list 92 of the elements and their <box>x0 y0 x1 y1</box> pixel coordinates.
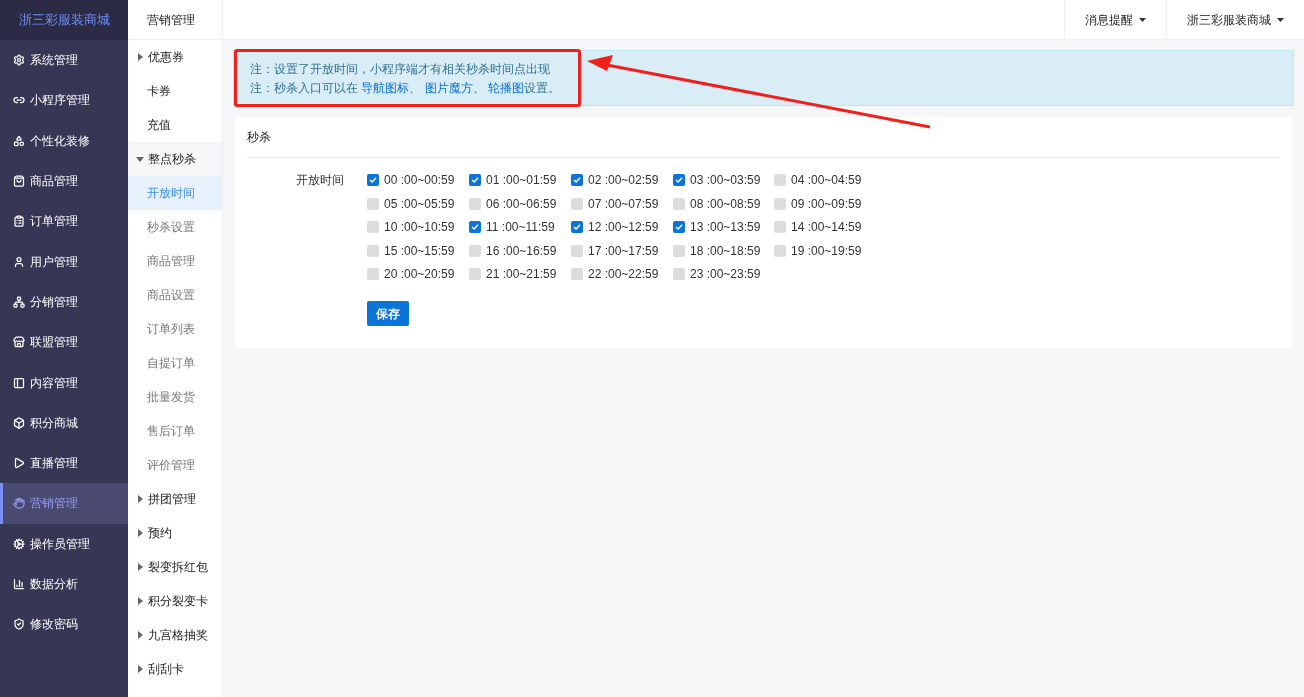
time-slot-checkbox[interactable]: 21 :00~21:59 <box>469 266 571 282</box>
time-slot-checkbox[interactable]: 20 :00~20:59 <box>367 266 469 282</box>
subnav-group[interactable]: 积分裂变卡 <box>128 584 222 618</box>
shapes-icon <box>13 134 25 147</box>
sidebar-item[interactable]: 小程序管理 <box>0 80 128 121</box>
caret-right-icon <box>136 597 144 605</box>
notice-text: 注：秒杀入口可以在 导航图标、 图片魔方、 轮播图设置。 <box>250 79 562 96</box>
time-slot-checkbox[interactable]: 13 :00~13:59 <box>673 219 774 235</box>
sidebar-item[interactable]: 操作员管理 <box>0 523 128 564</box>
sidebar-item[interactable]: 内容管理 <box>0 362 128 403</box>
notice-link[interactable]: 图片魔方 <box>424 80 473 95</box>
subnav-group[interactable]: 刮刮卡 <box>128 652 222 686</box>
box-icon <box>13 416 25 429</box>
caret-right-icon <box>136 665 144 673</box>
time-slot-checkbox[interactable]: 19 :00~19:59 <box>774 242 876 259</box>
caret-down-icon <box>1277 17 1284 22</box>
caret-right-icon <box>136 563 144 571</box>
network-icon <box>13 295 25 308</box>
brand-title: 浙三彩服装商城 <box>0 0 128 40</box>
caret-right-icon <box>136 529 144 537</box>
time-slot-checkbox[interactable]: 00 :00~00:59 <box>367 172 469 188</box>
subnav-group[interactable]: 九宫格抽奖 <box>128 618 222 652</box>
sidebar-item[interactable]: 订单管理 <box>0 201 128 242</box>
shield-icon <box>13 618 25 631</box>
sidebar-item[interactable]: 积分商城 <box>0 402 128 443</box>
time-slot-checkbox[interactable]: 09 :00~09:59 <box>774 195 876 212</box>
subnav-item[interactable]: 充值 <box>128 108 222 142</box>
time-slot-checkbox[interactable]: 06 :00~06:59 <box>469 195 571 212</box>
time-slot-checkbox[interactable]: 12 :00~12:59 <box>571 219 673 235</box>
caret-down-icon <box>1139 17 1146 22</box>
subnav-item[interactable]: 批量发货 <box>128 380 222 414</box>
sidebar-item[interactable]: 数据分析 <box>0 563 128 605</box>
store-icon <box>13 336 25 349</box>
subnav-group[interactable]: 优惠券 <box>128 40 222 74</box>
caret-right-icon <box>136 631 144 639</box>
time-slot-checkbox[interactable]: 04 :00~04:59 <box>774 172 876 188</box>
caret-right-icon <box>136 53 144 61</box>
sidebar-item[interactable]: 联盟管理 <box>0 322 128 363</box>
hand-icon <box>13 497 25 510</box>
notice-link[interactable]: 轮播图 <box>488 80 525 95</box>
sidebar-item[interactable]: 个性化装修 <box>0 120 128 161</box>
clipboard-icon <box>13 215 25 228</box>
time-slot-checkbox[interactable]: 03 :00~03:59 <box>673 172 774 188</box>
time-slot-checkbox[interactable]: 07 :00~07:59 <box>571 195 673 212</box>
bag-icon <box>13 175 25 188</box>
card-title: 秒杀 <box>247 117 1280 158</box>
sidebar-item[interactable]: 修改密码 <box>0 604 128 645</box>
subnav-item[interactable]: 商品设置 <box>128 278 222 312</box>
save-button[interactable]: 保存 <box>367 301 409 326</box>
time-slot-checkbox[interactable]: 23 :00~23:59 <box>673 266 774 282</box>
panel-icon <box>13 376 25 389</box>
gear-icon <box>13 54 25 67</box>
time-slot-checkbox[interactable]: 02 :00~02:59 <box>571 172 673 188</box>
time-slot-checkbox[interactable]: 15 :00~15:59 <box>367 242 469 259</box>
subnav-item[interactable]: 秒杀设置 <box>128 210 222 244</box>
subnav-group[interactable]: 裂变拆红包 <box>128 550 222 584</box>
subnav-group[interactable]: 预约 <box>128 516 222 550</box>
dropdown-menu[interactable]: 消息提醒 <box>1064 0 1166 39</box>
time-slot-checkbox[interactable]: 16 :00~16:59 <box>469 242 571 259</box>
subnav-item[interactable]: 卡券 <box>128 74 222 108</box>
subnav-title: 营销管理 <box>128 0 222 40</box>
cog-icon <box>13 537 25 550</box>
subnav-item[interactable]: 评价管理 <box>128 448 222 482</box>
caret-down-icon <box>136 155 144 163</box>
time-slot-checkbox[interactable]: 17 :00~17:59 <box>571 242 673 259</box>
time-slot-checkbox[interactable]: 11 :00~11:59 <box>469 219 571 235</box>
notice-text: 注：设置了开放时间，小程序端才有相关秒杀时间点出现 <box>250 60 551 77</box>
time-slot-checkbox[interactable]: 10 :00~10:59 <box>367 219 469 235</box>
sidebar-item[interactable]: 用户管理 <box>0 241 128 282</box>
caret-right-icon <box>136 495 144 503</box>
subnav-group[interactable]: 整点秒杀 <box>128 142 222 176</box>
user-icon <box>13 255 25 268</box>
subnav-item[interactable]: 自提订单 <box>128 346 222 380</box>
sidebar-item[interactable]: 直播管理 <box>0 442 128 484</box>
sidebar-item[interactable]: 商品管理 <box>0 160 128 202</box>
dropdown-menu[interactable]: 浙三彩服装商城 <box>1166 0 1304 39</box>
time-slot-checkbox[interactable]: 08 :00~08:59 <box>673 195 774 212</box>
notice-link[interactable]: 导航图标 <box>361 80 410 95</box>
sidebar-item[interactable]: 分销管理 <box>0 281 128 323</box>
bar-chart-icon <box>13 578 25 590</box>
time-slot-checkbox[interactable]: 05 :00~05:59 <box>367 195 469 212</box>
time-slot-checkbox[interactable]: 01 :00~01:59 <box>469 172 571 188</box>
subnav-group[interactable]: 拼团管理 <box>128 482 222 516</box>
field-label: 开放时间 <box>295 172 345 189</box>
subnav-item[interactable]: 订单列表 <box>128 312 222 346</box>
sidebar-item[interactable]: 系统管理 <box>0 40 128 81</box>
time-slot-checkbox[interactable]: 22 :00~22:59 <box>571 266 673 282</box>
time-slot-checkbox[interactable]: 14 :00~14:59 <box>774 219 876 235</box>
play-icon <box>13 457 25 470</box>
subnav-item[interactable]: 商品管理 <box>128 244 222 278</box>
subnav-item[interactable]: 售后订单 <box>128 414 222 448</box>
time-slot-checkbox[interactable]: 18 :00~18:59 <box>673 242 774 259</box>
